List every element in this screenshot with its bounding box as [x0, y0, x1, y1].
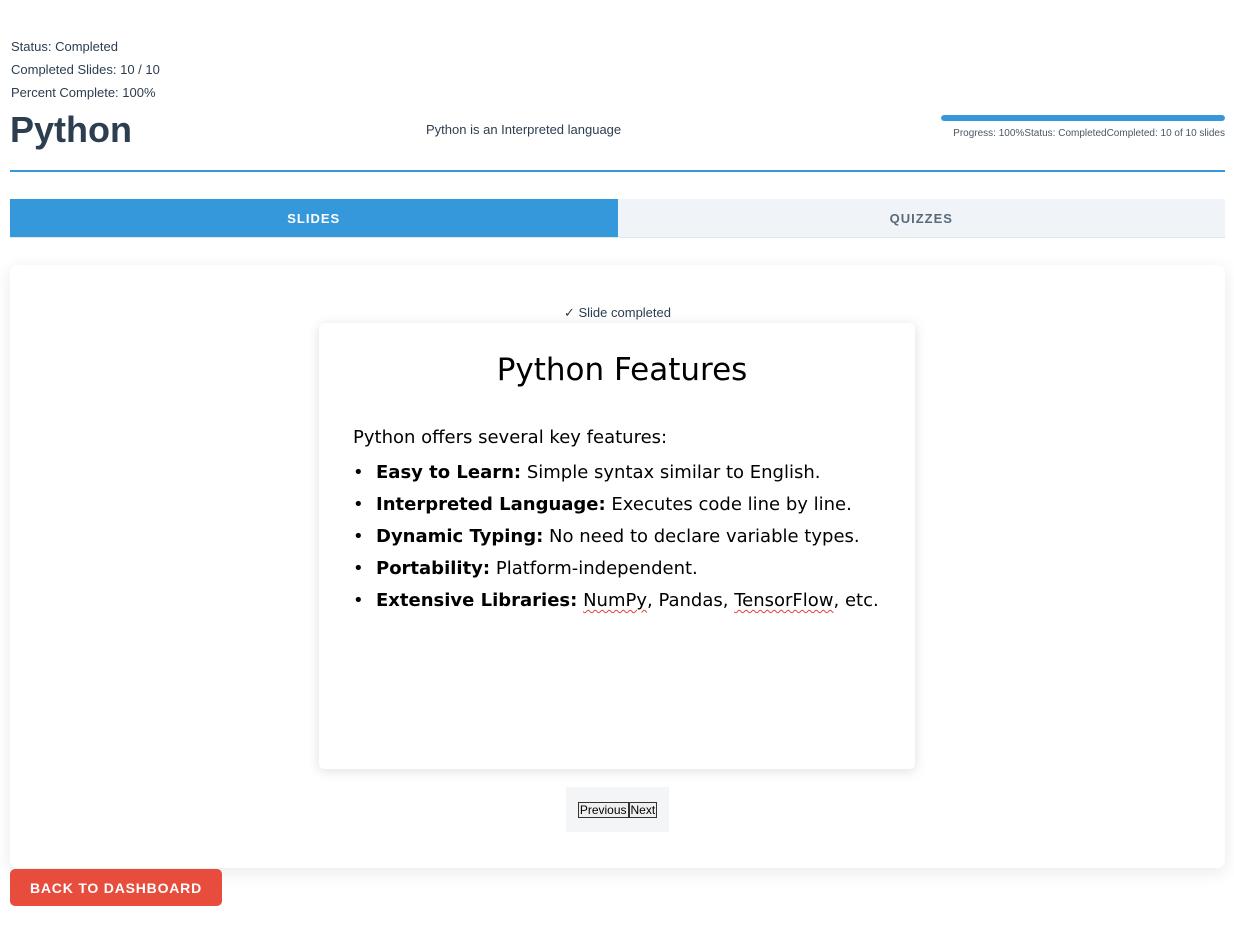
status-summary: Status: Completed Completed Slides: 10 /…: [11, 35, 160, 104]
feature-description: , etc.: [833, 590, 879, 611]
slide-navigation: Previous Next: [566, 787, 669, 832]
completed-slides-text: Completed Slides: 10 / 10: [11, 62, 160, 77]
course-header: Python Python is an Interpreted language…: [10, 108, 1225, 172]
feature-description: Executes code line by line.: [605, 494, 852, 515]
list-item: • Portability: Platform-independent.: [353, 553, 879, 585]
list-item: • Interpreted Language: Executes code lin…: [353, 489, 879, 521]
previous-button[interactable]: Previous: [577, 801, 629, 818]
bullet-icon: •: [353, 526, 364, 547]
feature-description: Simple syntax similar to English.: [521, 462, 821, 483]
slide-completed-status: ✓ Slide completed: [563, 305, 671, 320]
feature-name: Dynamic Typing:: [376, 526, 544, 547]
slide-viewer: Python Features Python offers several ke…: [319, 323, 915, 769]
feature-list: • Easy to Learn: Simple syntax similar to…: [353, 457, 879, 617]
course-title: Python: [10, 109, 132, 150]
slides-panel: ✓ Slide completed Python Features Python…: [10, 265, 1225, 868]
percent-complete-text: Percent Complete: 100%: [11, 85, 156, 100]
list-item: • Dynamic Typing: No need to declare vari…: [353, 521, 879, 553]
tab-quizzes[interactable]: QUIZZES: [617, 199, 1225, 237]
feature-name: Easy to Learn:: [376, 462, 522, 483]
feature-description: No need to declare variable types.: [543, 526, 860, 547]
slide-intro: Python offers several key features:: [353, 427, 668, 448]
library-name: NumPy: [583, 590, 647, 611]
tab-bar: SLIDES QUIZZES: [10, 199, 1225, 238]
course-description: Python is an Interpreted language: [426, 122, 622, 137]
next-button[interactable]: Next: [628, 801, 658, 818]
bullet-icon: •: [353, 494, 364, 515]
bullet-icon: •: [353, 462, 364, 483]
status-text: Status: Completed: [11, 39, 118, 54]
progress-bar: [941, 115, 1225, 121]
feature-description: Platform-independent.: [490, 558, 698, 579]
feature-name: Interpreted Language:: [376, 494, 606, 515]
list-item: • Easy to Learn: Simple syntax similar to…: [353, 457, 879, 489]
feature-name: Extensive Libraries:: [376, 590, 578, 611]
bullet-icon: •: [353, 558, 364, 579]
slide-title: Python Features: [496, 352, 748, 388]
feature-name: Portability:: [376, 558, 491, 579]
progress-text: Progress: 100%Status: CompletedCompleted…: [953, 128, 1225, 139]
progress-bar-fill: [941, 115, 1225, 121]
feature-description: , Pandas,: [647, 590, 735, 611]
library-name: TensorFlow: [734, 590, 834, 611]
bullet-icon: •: [353, 590, 364, 611]
back-to-dashboard-button[interactable]: BACK TO DASHBOARD: [10, 869, 222, 906]
tab-slides[interactable]: SLIDES: [10, 199, 618, 237]
progress-area: Progress: 100%Status: CompletedCompleted…: [941, 115, 1225, 139]
list-item: • Extensive Libraries: NumPy, Pandas, Ten…: [353, 585, 879, 617]
